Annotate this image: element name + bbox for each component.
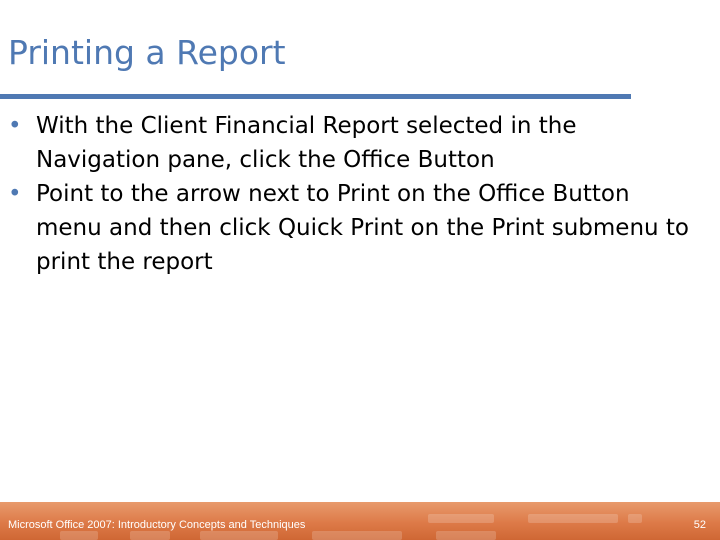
bullet-item: • With the Client Financial Report selec… [0, 109, 690, 177]
slide-number: 52 [693, 519, 706, 531]
bullet-dot-icon: • [8, 181, 22, 207]
title-underline [0, 94, 631, 99]
slide-title: Printing a Report [8, 33, 286, 72]
bullet-list: • With the Client Financial Report selec… [0, 109, 690, 279]
footer-caption: Microsoft Office 2007: Introductory Conc… [8, 519, 306, 531]
bullet-text: Point to the arrow next to Print on the … [36, 181, 690, 275]
footer-bar: Microsoft Office 2007: Introductory Conc… [0, 502, 720, 540]
bullet-dot-icon: • [8, 113, 22, 139]
bullet-item: • Point to the arrow next to Print on th… [0, 177, 690, 279]
bullet-text: With the Client Financial Report selecte… [36, 113, 577, 173]
